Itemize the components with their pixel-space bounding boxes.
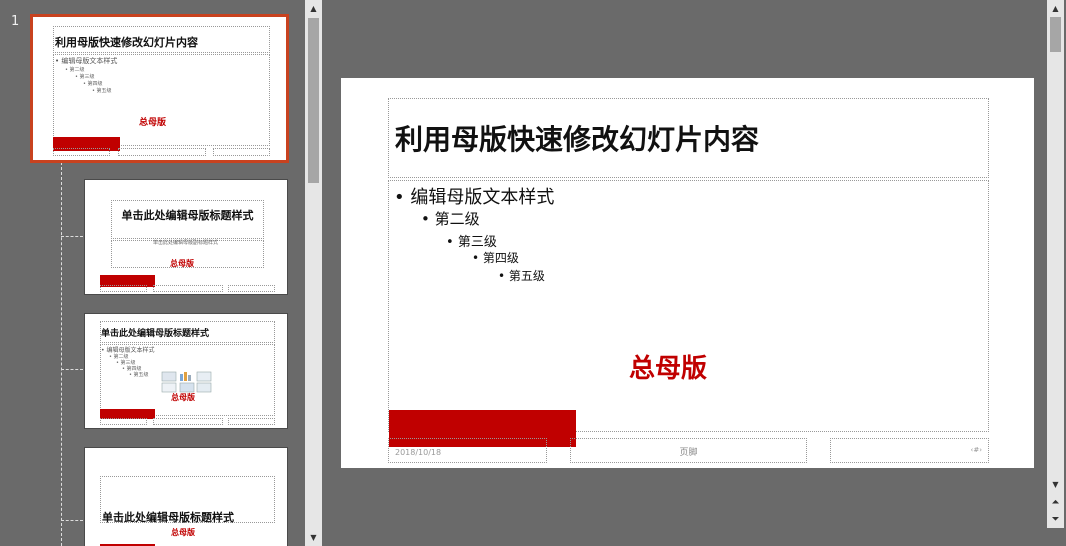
thumbnail-title: 单击此处编辑母版标题样式 bbox=[102, 511, 234, 524]
thumbnail-level-1: • 编辑母版文本样式 bbox=[55, 57, 118, 65]
scroll-up-icon[interactable]: ▲ bbox=[1047, 0, 1064, 17]
thumbnail-subtitle: 单击此处编辑母版副标题样式 bbox=[153, 240, 219, 246]
slide-scrollbar[interactable]: ▲ ▼ ⏶ ⏷ bbox=[1047, 0, 1064, 546]
footer-date: 2018/10/18 bbox=[395, 448, 442, 457]
scrollbar-thumb[interactable] bbox=[1050, 17, 1061, 52]
body-level-5[interactable]: • 第五级 bbox=[498, 267, 545, 284]
thumbnail-label: 总母版 bbox=[171, 393, 195, 402]
date-placeholder[interactable]: 2018/10/18 bbox=[388, 438, 547, 463]
previous-slide-icon[interactable]: ⏶ bbox=[1047, 494, 1064, 511]
body-level-1[interactable]: • 编辑母版文本样式 bbox=[394, 183, 554, 209]
page-number-placeholder[interactable]: ‹#› bbox=[830, 438, 989, 463]
thumbnail-level-3: • 第三级 bbox=[75, 74, 95, 80]
content-insert-icons bbox=[161, 371, 215, 393]
thumbnail-layout-section[interactable]: 单击此处编辑母版标题样式 总母版 bbox=[84, 447, 288, 546]
slide-edit-area[interactable]: 利用母版快速修改幻灯片内容 • 编辑母版文本样式 • 第二级 • 第三级 • 第… bbox=[325, 0, 1047, 546]
scroll-down-icon[interactable]: ▼ bbox=[1047, 476, 1064, 493]
thumbnail-label: 总母版 bbox=[139, 118, 167, 128]
thumbnail-level-5: • 第五级 bbox=[92, 88, 112, 94]
footer-placeholder bbox=[100, 285, 147, 292]
thumbnail-layout-content[interactable]: 单击此处编辑母版标题样式 • 编辑母版文本样式 • 第二级 • 第三级 • 第四… bbox=[84, 313, 288, 429]
footer-placeholder bbox=[100, 418, 147, 425]
footer-placeholder bbox=[228, 285, 275, 292]
slide-canvas[interactable]: 利用母版快速修改幻灯片内容 • 编辑母版文本样式 • 第二级 • 第三级 • 第… bbox=[341, 78, 1034, 468]
footer-placeholder bbox=[153, 285, 223, 292]
thumbnail-slide-master[interactable]: 利用母版快速修改幻灯片内容 • 编辑母版文本样式 • 第二级 • 第三级 • 第… bbox=[30, 14, 289, 163]
next-slide-icon[interactable]: ⏷ bbox=[1047, 511, 1064, 528]
footer-placeholder bbox=[118, 148, 206, 156]
scrollbar-corner bbox=[1047, 528, 1064, 546]
footer-placeholder bbox=[153, 418, 223, 425]
thumbnail-label: 总母版 bbox=[170, 259, 194, 268]
footer-text: 页脚 bbox=[679, 448, 698, 458]
body-placeholder bbox=[53, 54, 270, 146]
thumbnail-level-5: • 第五级 bbox=[129, 372, 149, 378]
thumbnail-title: 单击此处编辑母版标题样式 bbox=[101, 329, 210, 339]
tree-connector bbox=[61, 162, 62, 546]
tree-connector bbox=[61, 520, 83, 521]
thumbnail-level-4: • 第四级 bbox=[83, 81, 103, 87]
thumbnail-label: 总母版 bbox=[171, 528, 195, 537]
body-level-4[interactable]: • 第四级 bbox=[472, 249, 519, 266]
scroll-down-icon[interactable]: ▼ bbox=[305, 529, 322, 546]
master-label[interactable]: 总母版 bbox=[629, 348, 707, 385]
slide-number: 1 bbox=[11, 14, 20, 29]
footer-page-number: ‹#› bbox=[970, 446, 982, 454]
body-level-3[interactable]: • 第三级 bbox=[446, 231, 497, 250]
footer-placeholder[interactable]: 页脚 bbox=[570, 438, 807, 463]
scrollbar-thumb[interactable] bbox=[308, 18, 319, 183]
thumbnail-layout-title[interactable]: 单击此处编辑母版标题样式 单击此处编辑母版副标题样式 总母版 bbox=[84, 179, 288, 295]
footer-placeholder bbox=[53, 148, 110, 156]
footer-placeholder bbox=[228, 418, 275, 425]
body-level-2[interactable]: • 第二级 bbox=[421, 208, 480, 229]
tree-connector bbox=[61, 236, 83, 237]
scroll-up-icon[interactable]: ▲ bbox=[305, 0, 322, 17]
tree-connector bbox=[61, 369, 83, 370]
thumbnail-title: 利用母版快速修改幻灯片内容 bbox=[55, 36, 198, 49]
slide-title[interactable]: 利用母版快速修改幻灯片内容 bbox=[395, 118, 759, 158]
thumbnail-pane[interactable]: 1 利用母版快速修改幻灯片内容 • 编辑母版文本样式 • 第二级 • 第三级 •… bbox=[0, 0, 304, 546]
thumbnail-level-2: • 第二级 bbox=[65, 67, 85, 73]
footer-placeholder bbox=[213, 148, 270, 156]
thumbnail-title: 单击此处编辑母版标题样式 bbox=[121, 209, 254, 222]
thumbnail-scrollbar[interactable]: ▲ ▼ bbox=[305, 0, 322, 546]
